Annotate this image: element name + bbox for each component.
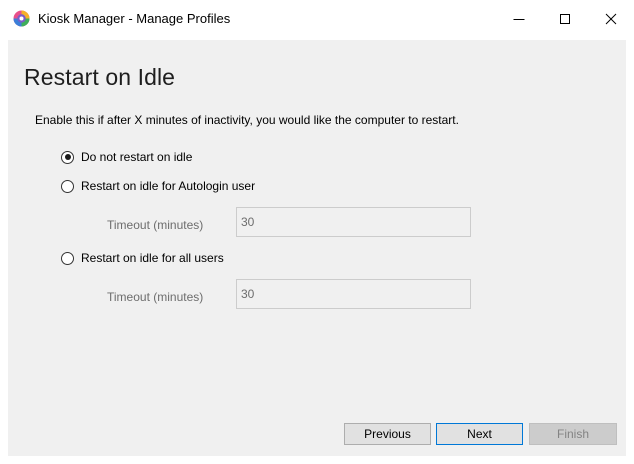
radio-label: Restart on idle for all users — [81, 251, 224, 265]
minimize-icon — [513, 19, 525, 20]
radio-restart-autologin-user[interactable]: Restart on idle for Autologin user — [61, 178, 255, 194]
page-description: Enable this if after X minutes of inacti… — [35, 113, 459, 127]
title-bar[interactable]: Kiosk Manager - Manage Profiles — [0, 0, 634, 38]
radio-button[interactable] — [61, 251, 74, 265]
maximize-button[interactable] — [542, 0, 588, 38]
autologin-timeout-label: Timeout (minutes) — [107, 218, 204, 232]
finish-button[interactable]: Finish — [529, 423, 617, 445]
kiosk-manager-window: Kiosk Manager - Manage Profiles Restart … — [0, 0, 634, 464]
autologin-timeout-input[interactable] — [236, 207, 471, 237]
radio-button-checked[interactable] — [61, 150, 74, 164]
close-button[interactable] — [588, 0, 634, 38]
previous-button[interactable]: Previous — [344, 423, 431, 445]
close-icon — [605, 13, 617, 25]
radio-label: Restart on idle for Autologin user — [81, 179, 256, 193]
all-users-timeout-input[interactable] — [236, 279, 471, 309]
minimize-button[interactable] — [496, 0, 542, 38]
page-title: Restart on Idle — [24, 64, 176, 90]
window-title: Kiosk Manager - Manage Profiles — [38, 11, 231, 26]
all-users-timeout-label: Timeout (minutes) — [107, 290, 204, 304]
radio-button[interactable] — [61, 179, 74, 193]
radio-restart-all-users[interactable]: Restart on idle for all users — [61, 250, 224, 266]
radio-label: Do not restart on idle — [81, 150, 193, 164]
wizard-content-panel: Restart on Idle Enable this if after X m… — [8, 40, 626, 456]
next-button[interactable]: Next — [436, 423, 523, 445]
radio-do-not-restart[interactable]: Do not restart on idle — [61, 149, 192, 165]
maximize-icon — [560, 14, 570, 24]
kiosk-manager-app-icon — [13, 10, 30, 27]
